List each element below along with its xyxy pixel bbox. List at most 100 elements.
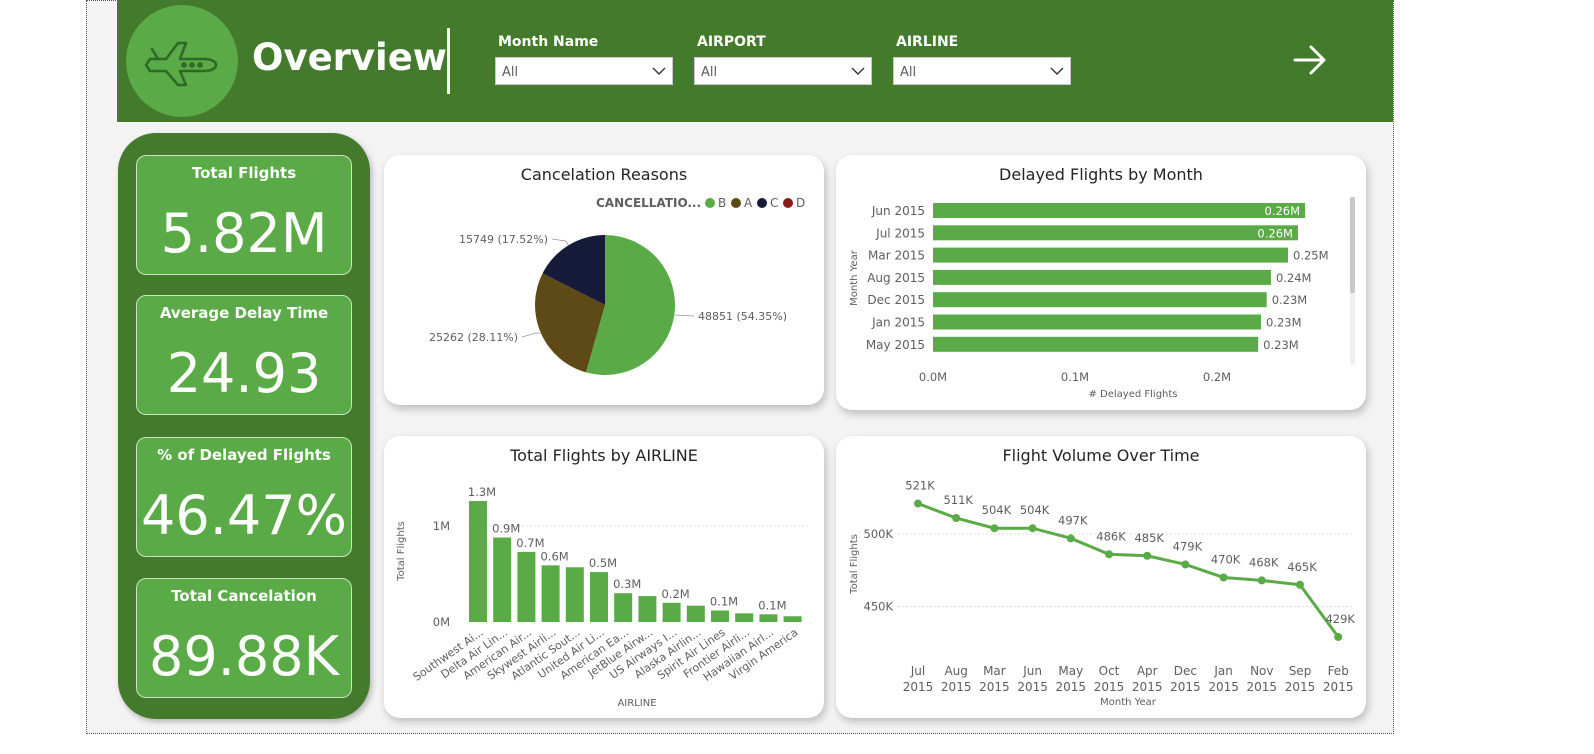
arrow-right-icon (1293, 45, 1326, 75)
x-tick-label: 2015 (979, 680, 1010, 694)
hbar-chart: Jun 2015 0.26M Jul 2015 0.26M Mar 2015 0.25M A… (849, 197, 1355, 400)
kpi-total-cancelation: Total Cancelation 89.88K (136, 578, 352, 698)
kpi-delayed-percent: % of Delayed Flights 46.47% (136, 437, 352, 557)
x-tick-label: 2015 (1208, 680, 1239, 694)
data-point (1257, 576, 1266, 585)
bar (933, 336, 1259, 352)
y-tick-label: Jul 2015 (875, 226, 925, 240)
y-tick-label: May 2015 (866, 338, 925, 352)
y-tick-label: Jan 2015 (871, 316, 925, 330)
kpi-title: % of Delayed Flights (157, 446, 331, 464)
y-tick-label: Mar 2015 (868, 249, 925, 263)
y-tick-label: 0M (433, 615, 450, 629)
bar (759, 614, 778, 622)
bar (933, 314, 1262, 330)
bar (638, 596, 657, 622)
legend-label: A (744, 196, 753, 210)
x-tick-label: 2015 (1056, 680, 1087, 694)
x-tick-label: 2015 (1285, 680, 1316, 694)
cancelation-reasons-panel[interactable]: Cancelation Reasons CANCELLATIO... B A C D 48… (384, 155, 824, 405)
flight-volume-panel[interactable]: Flight Volume Over Time 500K 450K 521K Jul 2… (836, 436, 1366, 718)
data-point (1105, 550, 1113, 559)
legend-label: C (770, 196, 778, 210)
data-point (1219, 573, 1228, 582)
data-label: 0.1M (758, 598, 786, 612)
data-label: 0.9M (492, 522, 520, 536)
legend-marker (757, 198, 767, 208)
legend-label: D (796, 196, 805, 210)
data-label: 485K (1134, 531, 1164, 545)
series-line (917, 502, 1340, 638)
bar (711, 610, 729, 622)
x-tick-label: Oct (1099, 664, 1120, 678)
airplane-icon (144, 41, 218, 87)
pie-data-label: 15749 (17.52%) (459, 233, 548, 246)
x-tick-label: 2015 (1170, 680, 1201, 694)
x-axis-title: Month Year (1100, 697, 1157, 708)
line-chart: 500K 450K 521K Jul 2015 511K Aug 2015 504K Mar 201… (849, 479, 1355, 708)
y-axis-title: Total Flights (849, 534, 860, 595)
data-label: 521K (905, 479, 935, 493)
x-tick-label: 2015 (1247, 680, 1278, 694)
pie-data-label: 48851 (54.35%) (698, 310, 787, 323)
data-label: 504K (1020, 503, 1050, 517)
data-label: 0.25M (1293, 249, 1329, 263)
slicer-value: All (900, 65, 917, 80)
next-page-button[interactable] (1290, 40, 1330, 84)
y-tick-label: Aug 2015 (867, 271, 925, 285)
x-tick-label: 0.2M (1203, 370, 1231, 384)
data-point (1334, 632, 1343, 641)
x-tick-label: 2015 (903, 680, 934, 694)
data-point (990, 524, 999, 533)
data-label: 0.23M (1272, 293, 1308, 307)
bar (493, 537, 512, 622)
scrollbar-thumb (1350, 197, 1355, 293)
data-label: 511K (943, 493, 973, 507)
data-label: 486K (1096, 529, 1126, 543)
data-label: 465K (1287, 560, 1317, 574)
chevron-down-icon (851, 67, 865, 75)
y-tick-label: Dec 2015 (867, 293, 925, 307)
legend-label: B (718, 196, 726, 210)
x-tick-label: Aug (944, 664, 967, 678)
data-point (1181, 560, 1190, 569)
legend-marker (731, 198, 741, 208)
data-label: 0.5M (589, 556, 617, 570)
chevron-down-icon (1050, 67, 1064, 75)
bar (933, 269, 1271, 285)
x-tick-label: Mar (983, 664, 1006, 678)
slicer-value: All (502, 65, 519, 80)
kpi-value: 24.93 (166, 342, 322, 405)
bar (686, 605, 705, 622)
bar (541, 565, 560, 622)
vbar-chart: 0M1M1.3MSouthwest Ai...0.9MDelta Air Lin… (396, 485, 809, 709)
slicer-label-airport: AIRPORT (697, 34, 766, 50)
delayed-by-month-panel[interactable]: Delayed Flights by Month Jun 2015 0.26M Ju… (836, 155, 1366, 410)
x-tick-label: 2015 (1017, 680, 1048, 694)
slicer-label-airline: AIRLINE (896, 34, 959, 50)
data-label: 468K (1249, 555, 1279, 569)
airport-slicer[interactable]: All (694, 57, 872, 85)
slicer-label-month: Month Name (498, 34, 599, 50)
bar (565, 567, 584, 622)
flights-by-airline-panel[interactable]: Total Flights by AIRLINE 0M 1M 1.3M Southwe… (384, 436, 824, 718)
month-name-slicer[interactable]: All (495, 57, 673, 85)
x-tick-label: Jan (1213, 664, 1233, 678)
data-label: 0.1M (710, 594, 738, 608)
data-label: 504K (982, 503, 1012, 517)
x-tick-label: Jun (1022, 664, 1042, 678)
x-tick-label: Apr (1137, 664, 1158, 678)
x-tick-label: Feb (1328, 664, 1349, 678)
kpi-average-delay: Average Delay Time 24.93 (136, 295, 352, 415)
data-label: 0.3M (613, 577, 641, 591)
header-divider (447, 28, 450, 94)
x-tick-label: Dec (1174, 664, 1197, 678)
airline-slicer[interactable]: All (893, 57, 1071, 85)
bar (783, 616, 802, 622)
data-label: 0.26M (1265, 204, 1301, 218)
x-tick-label: Nov (1250, 664, 1273, 678)
data-label: 497K (1058, 513, 1088, 527)
bar (517, 551, 536, 622)
data-point (1296, 580, 1304, 589)
legend-title: CANCELLATIO... (596, 196, 701, 210)
